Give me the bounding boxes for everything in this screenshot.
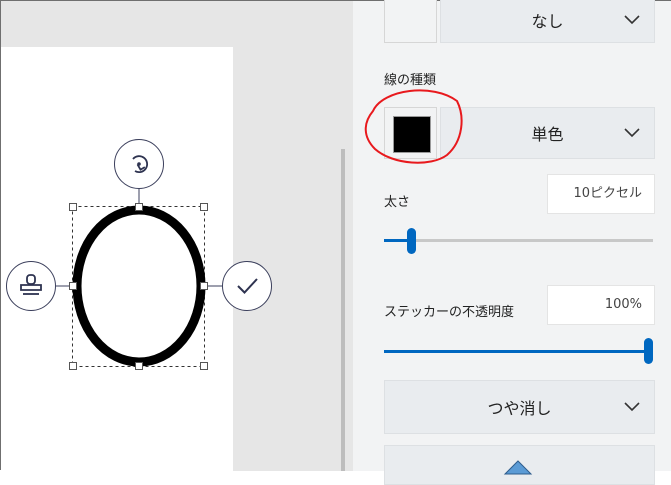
resize-handle-top-left[interactable] [69,203,77,211]
fill-dropdown-value: なし [531,12,564,31]
stamp-icon [20,274,42,295]
fill-dropdown[interactable]: なし [440,0,655,43]
line-style-value: 単色 [531,125,564,144]
opacity-label: ステッカーの不透明度 [384,305,515,320]
chevron-down-icon [624,128,640,138]
canvas-area [1,1,353,471]
rotate-icon [132,155,148,174]
checkmark-icon [237,278,258,294]
thickness-label: 太さ [384,195,411,210]
opacity-slider-track[interactable] [384,350,653,353]
resize-handle-top-right[interactable] [200,203,208,211]
chevron-down-icon [624,402,640,412]
properties-panel: なし 線の種類 単色 太さ 10ピクセル ステッカーの不透明度 100% つや消… [353,0,671,485]
chevron-down-icon [624,15,640,25]
red-annotation-circle [364,89,463,164]
thickness-slider-track[interactable] [384,239,653,242]
resize-handle-left[interactable] [69,282,77,290]
stamp-button[interactable] [6,261,56,311]
thickness-slider-thumb[interactable] [407,228,416,254]
ellipse-shape[interactable] [72,205,206,367]
selection-layer [56,181,222,367]
rotate-button[interactable] [114,139,164,189]
resize-handle-bottom-left[interactable] [69,362,77,370]
finish-dropdown-value: つや消し [487,399,552,418]
shape-preview-icon [503,460,533,475]
resize-handle-top[interactable] [135,203,143,211]
opacity-slider-thumb[interactable] [644,338,653,364]
fill-color-swatch[interactable] [384,0,437,43]
resize-handle-bottom-right[interactable] [200,362,208,370]
opacity-input[interactable]: 100% [547,285,655,325]
resize-handle-right[interactable] [200,282,208,290]
resize-handle-bottom[interactable] [135,362,143,370]
finish-dropdown[interactable]: つや消し [384,380,655,434]
thickness-input[interactable]: 10ピクセル [547,174,655,214]
confirm-button[interactable] [222,261,272,311]
bottom-option-button[interactable] [384,445,655,485]
